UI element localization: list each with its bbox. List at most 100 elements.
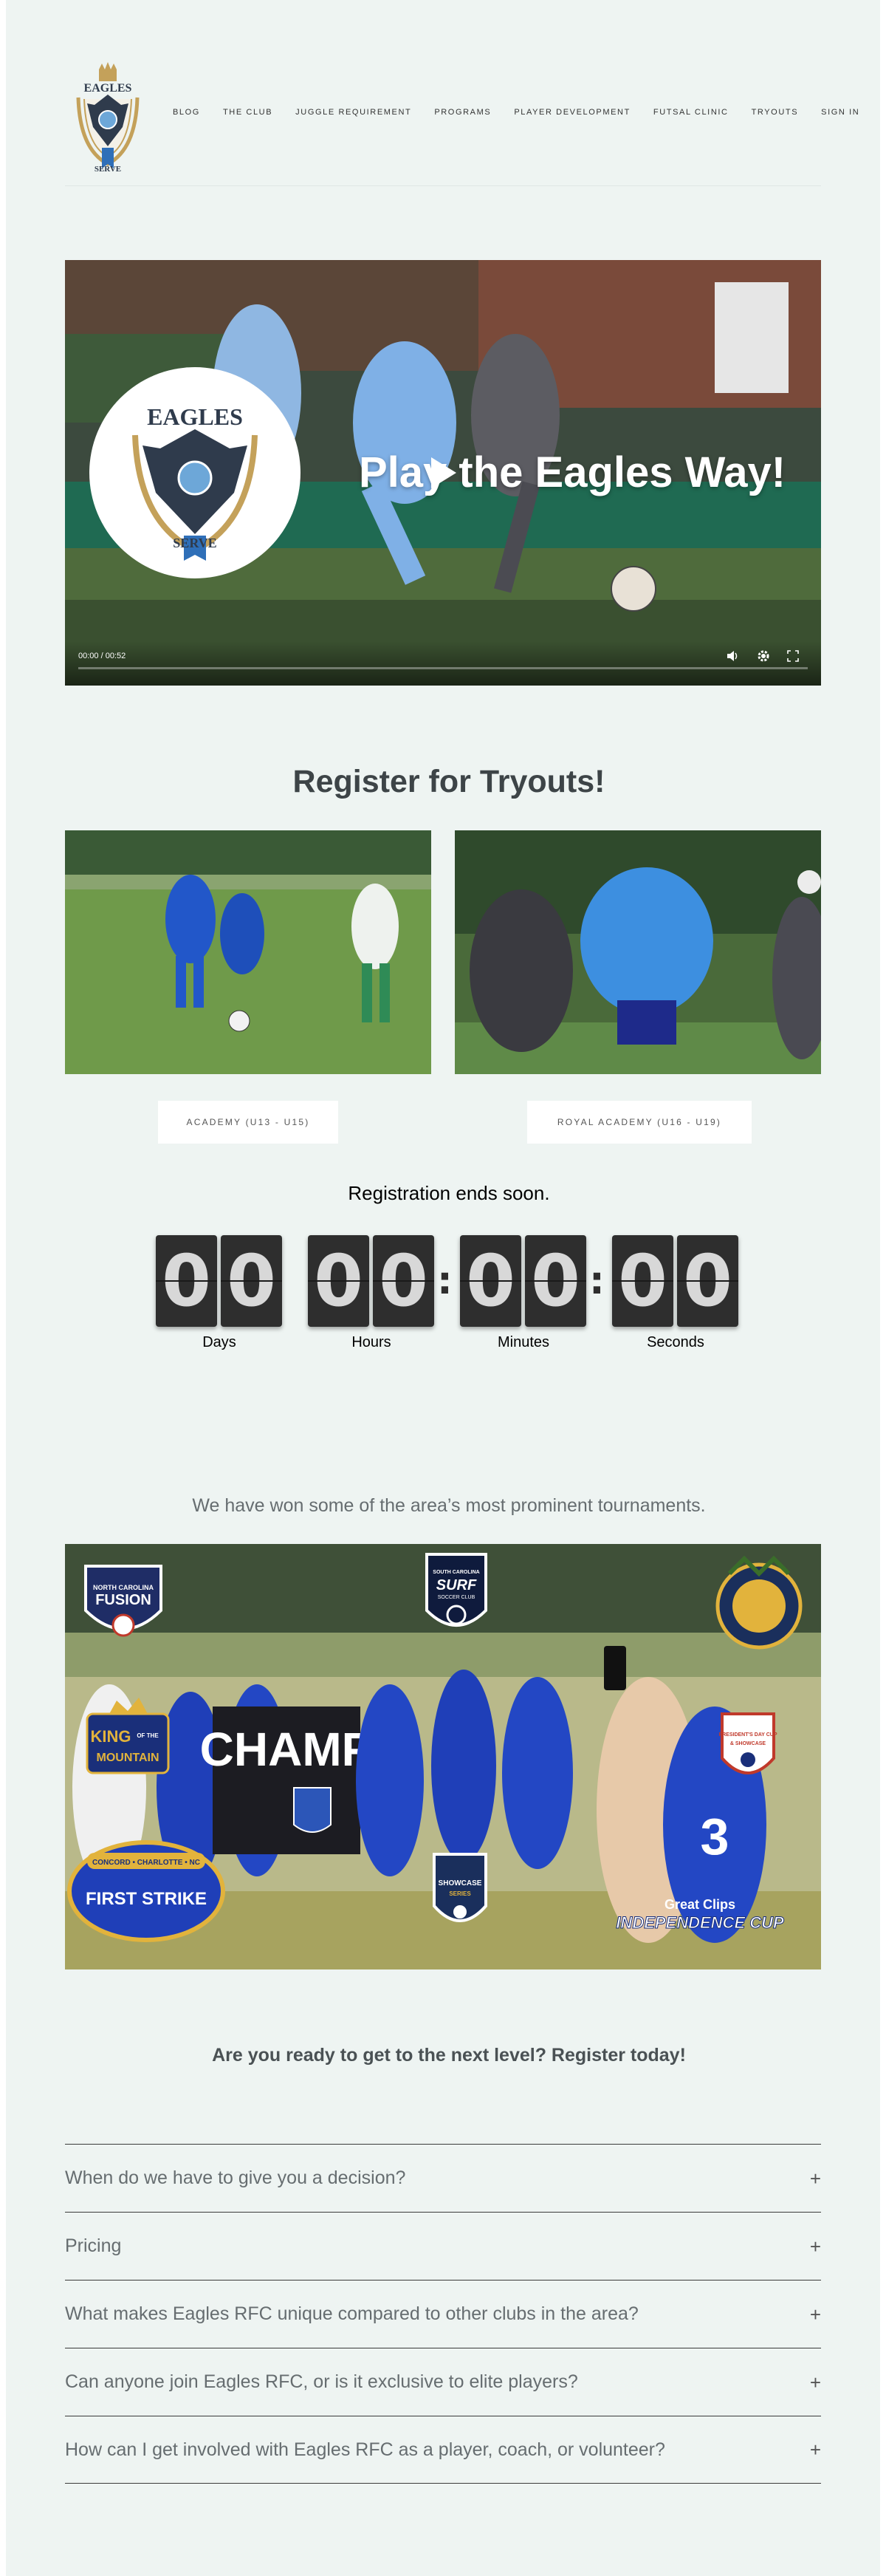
plus-icon[interactable]: + — [810, 2373, 821, 2392]
svg-text:SHOWCASE: SHOWCASE — [439, 1879, 482, 1887]
showcase-series-badge: SHOWCASE SERIES — [433, 1853, 487, 1922]
gear-icon — [758, 650, 769, 662]
svg-text:SOUTH CAROLINA: SOUTH CAROLINA — [433, 1570, 479, 1575]
svg-text:NORTH CAROLINA: NORTH CAROLINA — [93, 1584, 154, 1591]
faq-question: Can anyone join Eagles RFC, or is it exc… — [65, 2371, 578, 2392]
volume-button[interactable] — [726, 649, 741, 663]
volume-icon — [727, 651, 738, 661]
hours-digit-2: 0 — [373, 1235, 434, 1327]
svg-text:EAGLES: EAGLES — [147, 403, 243, 430]
royal-academy-players-image — [455, 830, 821, 1074]
seconds-digit-1-value: 0 — [618, 1240, 667, 1322]
surf-badge: SOUTH CAROLINA SURF SOCCER CLUB — [425, 1553, 487, 1627]
svg-text:MOUNTAIN: MOUNTAIN — [96, 1752, 159, 1764]
play-icon — [431, 457, 456, 488]
team-photo: CHAMP 3 NORTH CAROLINA FUSION SOUTH CARO… — [65, 1544, 821, 1969]
video-controls — [65, 641, 821, 686]
faq-item[interactable]: Pricing + — [65, 2212, 821, 2280]
faq-item[interactable]: When do we have to give you a decision? … — [65, 2144, 821, 2212]
tournaments-text: We have won some of the area’s most prom… — [192, 1495, 706, 1516]
registration-ends-text: Registration ends soon. — [348, 1182, 550, 1204]
svg-text:PRESIDENT'S DAY CUP: PRESIDENT'S DAY CUP — [718, 1732, 777, 1738]
countdown-separator: : — [437, 1259, 453, 1303]
team-tournament-image: CHAMP 3 NORTH CAROLINA FUSION SOUTH CARO… — [65, 1544, 821, 1969]
svg-text:FUSION: FUSION — [95, 1592, 151, 1608]
days-digit-2: 0 — [221, 1235, 282, 1327]
hero-video[interactable]: EAGLES SERVE Play the Eagles Way! 00:00 … — [65, 260, 821, 686]
svg-text:SURF: SURF — [436, 1577, 477, 1593]
svg-text:Great Clips: Great Clips — [664, 1897, 735, 1912]
play-button[interactable] — [413, 449, 473, 496]
settings-button[interactable] — [756, 649, 771, 663]
presidents-day-cup-badge: PRESIDENT'S DAY CUP & SHOWCASE — [718, 1712, 777, 1774]
royal-academy-button[interactable]: ROYAL ACADEMY (U16 - U19) — [527, 1101, 752, 1144]
plus-icon[interactable]: + — [810, 2305, 821, 2324]
svg-text:3: 3 — [701, 1808, 729, 1865]
hours-digit-2-value: 0 — [379, 1240, 428, 1322]
seconds-digit-1: 0 — [612, 1235, 673, 1327]
plus-icon[interactable]: + — [810, 2440, 821, 2459]
plus-icon[interactable]: + — [810, 2237, 821, 2256]
nav-programs[interactable]: PROGRAMS — [434, 108, 491, 117]
main-nav: BLOG THE CLUB JUGGLE REQUIREMENT PROGRAM… — [173, 108, 859, 117]
faq-item[interactable]: Can anyone join Eagles RFC, or is it exc… — [65, 2348, 821, 2416]
svg-text:SERVE: SERVE — [173, 536, 216, 550]
faq-question: Pricing — [65, 2235, 122, 2256]
seconds-digit-2: 0 — [677, 1235, 738, 1327]
nav-futsal-clinic[interactable]: FUTSAL CLINIC — [653, 108, 729, 117]
minutes-label: Minutes — [497, 1334, 550, 1350]
days-label: Days — [202, 1334, 236, 1350]
svg-text:CHAMP: CHAMP — [200, 1723, 374, 1776]
nav-sign-in[interactable]: SIGN IN — [821, 108, 859, 117]
nav-blog[interactable]: BLOG — [173, 108, 200, 117]
academy-players-image — [65, 830, 431, 1074]
svg-text:KING: KING — [91, 1727, 131, 1746]
minutes-digit-1: 0 — [460, 1235, 521, 1327]
plus-icon[interactable]: + — [810, 2169, 821, 2188]
tryouts-title: Register for Tryouts! — [292, 764, 605, 799]
svg-text:SOCCER CLUB: SOCCER CLUB — [438, 1595, 475, 1600]
fullscreen-button[interactable] — [786, 649, 800, 663]
eagles-crest-icon: EAGLES SERVE — [76, 62, 140, 174]
academy-photo — [65, 830, 431, 1074]
academy-button[interactable]: ACADEMY (U13 - U15) — [158, 1101, 338, 1144]
faq-question: How can I get involved with Eagles RFC a… — [65, 2439, 665, 2460]
minutes-digit-1-value: 0 — [466, 1240, 515, 1322]
eagles-logo[interactable]: EAGLES SERVE — [65, 53, 151, 177]
page: EAGLES SERVE BLOG THE CLUB JUGGLE REQUIR… — [6, 0, 880, 2576]
faq-accordion: When do we have to give you a decision? … — [65, 2144, 821, 2484]
faq-item[interactable]: How can I get involved with Eagles RFC a… — [65, 2416, 821, 2484]
eagles-crest-icon: EAGLES SERVE — [132, 403, 258, 561]
hours-digit-1-value: 0 — [314, 1240, 363, 1322]
countdown-separator: : — [589, 1259, 605, 1303]
nav-juggle-requirement[interactable]: JUGGLE REQUIREMENT — [295, 108, 411, 117]
nav-player-development[interactable]: PLAYER DEVELOPMENT — [514, 108, 631, 117]
minutes-digit-2: 0 — [525, 1235, 586, 1327]
hours-label: Hours — [351, 1334, 391, 1350]
seconds-label: Seconds — [647, 1334, 704, 1350]
fullscreen-icon — [787, 650, 799, 662]
faq-question: What makes Eagles RFC unique compared to… — [65, 2303, 639, 2324]
seconds-digit-2-value: 0 — [683, 1240, 732, 1322]
days-digit-2-value: 0 — [227, 1240, 276, 1322]
svg-text:CONCORD • CHARLOTTE • NC: CONCORD • CHARLOTTE • NC — [92, 1859, 200, 1867]
svg-text:FIRST STRIKE: FIRST STRIKE — [86, 1889, 207, 1909]
faq-item[interactable]: What makes Eagles RFC unique compared to… — [65, 2280, 821, 2348]
minutes-digit-2-value: 0 — [531, 1240, 580, 1322]
video-progress-bar[interactable] — [78, 667, 808, 669]
svg-text:OF THE: OF THE — [137, 1732, 159, 1739]
first-strike-badge: CONCORD • CHARLOTTE • NC FIRST STRIKE — [67, 1840, 225, 1942]
cta-heading: Are you ready to get to the next level? … — [212, 2045, 686, 2066]
nav-the-club[interactable]: THE CLUB — [223, 108, 272, 117]
nav-tryouts[interactable]: TRYOUTS — [752, 108, 799, 117]
svg-text:& SHOWCASE: & SHOWCASE — [730, 1741, 766, 1746]
days-digit-1-value: 0 — [162, 1240, 211, 1322]
svg-text:EAGLES: EAGLES — [84, 82, 132, 95]
svg-text:SERVE: SERVE — [95, 165, 121, 174]
svg-text:SERIES: SERIES — [449, 1890, 471, 1897]
tournament-badge-top-right — [715, 1555, 803, 1650]
site-header: EAGLES SERVE BLOG THE CLUB JUGGLE REQUIR… — [65, 53, 859, 186]
days-digit-1: 0 — [156, 1235, 217, 1327]
royal-academy-photo — [455, 830, 821, 1074]
video-time: 00:00 / 00:52 — [78, 652, 126, 660]
